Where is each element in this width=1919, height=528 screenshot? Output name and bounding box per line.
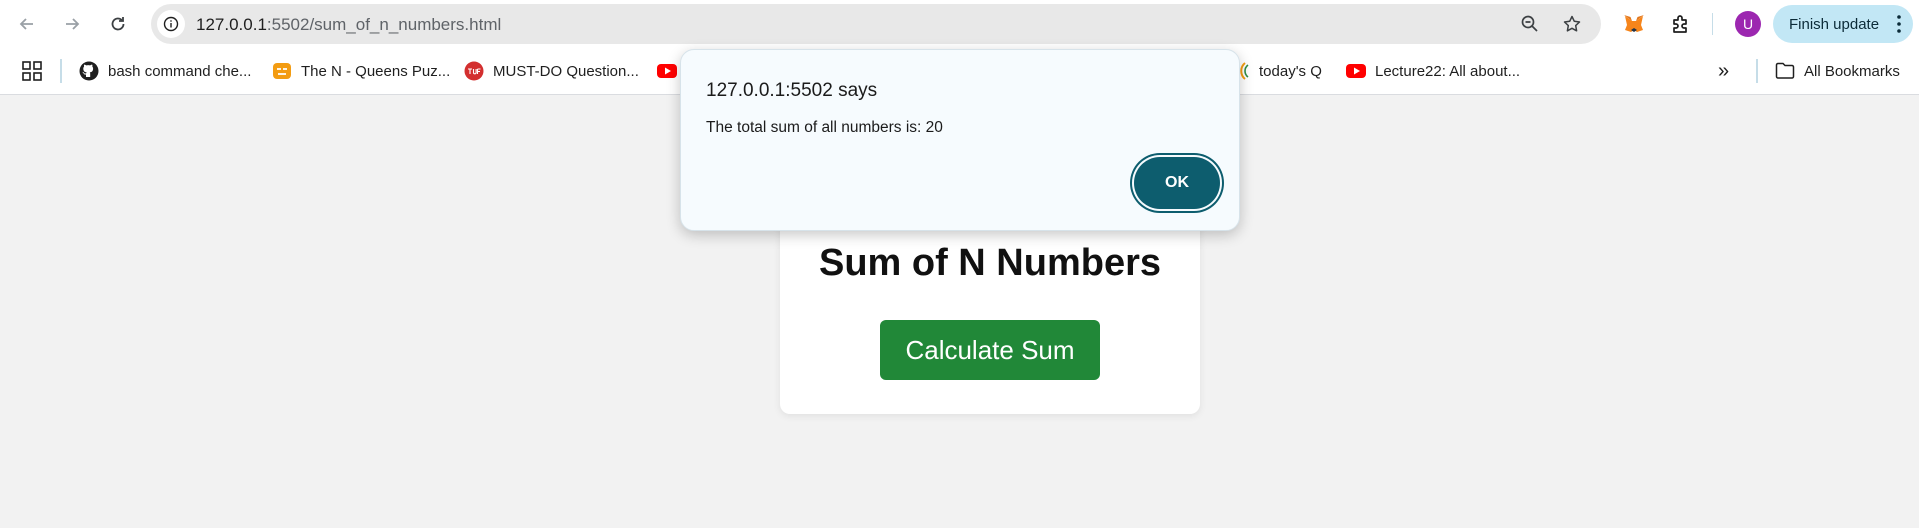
dialog-title: 127.0.0.1:5502 says <box>706 80 878 101</box>
bookmarks-divider <box>60 59 62 83</box>
extensions-icon[interactable] <box>1668 11 1694 37</box>
address-bar[interactable]: 127.0.0.1:5502/sum_of_n_numbers.html <box>151 4 1601 44</box>
metamask-icon[interactable] <box>1621 11 1647 37</box>
puzzle-site-icon <box>272 61 292 81</box>
bookmarks-divider <box>1756 59 1758 83</box>
youtube-icon <box>1346 61 1366 81</box>
bookmark-label: MUST-DO Question... <box>493 62 639 80</box>
tuf-icon <box>464 61 484 81</box>
browser-toolbar: 127.0.0.1:5502/sum_of_n_numbers.html U F… <box>0 0 1919 48</box>
bookmark-item[interactable]: bash command che... <box>79 59 251 83</box>
finish-update-label: Finish update <box>1789 15 1880 33</box>
bookmark-item[interactable]: MUST-DO Question... <box>464 59 639 83</box>
bookmark-item[interactable]: Lecture22: All about... <box>1346 59 1520 83</box>
page-title: Sum of N Numbers <box>818 242 1162 284</box>
bookmarks-overflow-button[interactable]: » <box>1718 59 1729 83</box>
zoom-icon[interactable] <box>1519 13 1541 35</box>
back-icon[interactable] <box>12 9 42 39</box>
apps-grid-icon[interactable] <box>22 61 42 81</box>
github-icon <box>79 61 99 81</box>
url-host: 127.0.0.1 <box>196 15 267 34</box>
bookmark-item[interactable]: The N - Queens Puz... <box>272 59 450 83</box>
star-icon[interactable] <box>1561 13 1583 35</box>
calculate-sum-button[interactable]: Calculate Sum <box>880 320 1100 380</box>
ok-button[interactable]: OK <box>1134 157 1220 209</box>
site-info-icon[interactable] <box>157 10 185 38</box>
dialog-message: The total sum of all numbers is: 20 <box>706 119 943 136</box>
all-bookmarks-button[interactable]: All Bookmarks <box>1775 59 1900 83</box>
forward-icon[interactable] <box>57 9 87 39</box>
chevron-double-right-icon: » <box>1718 59 1730 82</box>
bookmark-label: today's Q <box>1259 62 1322 80</box>
finish-update-button[interactable]: Finish update <box>1773 5 1913 43</box>
toolbar-divider <box>1712 13 1713 35</box>
bookmark-label: The N - Queens Puz... <box>301 62 451 80</box>
all-bookmarks-label: All Bookmarks <box>1804 62 1900 80</box>
youtube-icon <box>657 61 677 81</box>
bookmark-label: Lecture22: All about... <box>1375 62 1521 80</box>
alert-dialog: 127.0.0.1:5502 says The total sum of all… <box>680 49 1240 231</box>
url-path: :5502/sum_of_n_numbers.html <box>266 15 502 34</box>
more-icon[interactable] <box>1897 15 1901 33</box>
profile-avatar[interactable]: U <box>1735 11 1761 37</box>
url-text[interactable]: 127.0.0.1:5502/sum_of_n_numbers.html <box>196 15 501 35</box>
bookmark-item[interactable]: today's Q <box>1236 59 1322 83</box>
folder-icon <box>1775 61 1795 81</box>
reload-icon[interactable] <box>103 9 133 39</box>
bookmark-label: bash command che... <box>108 62 252 80</box>
